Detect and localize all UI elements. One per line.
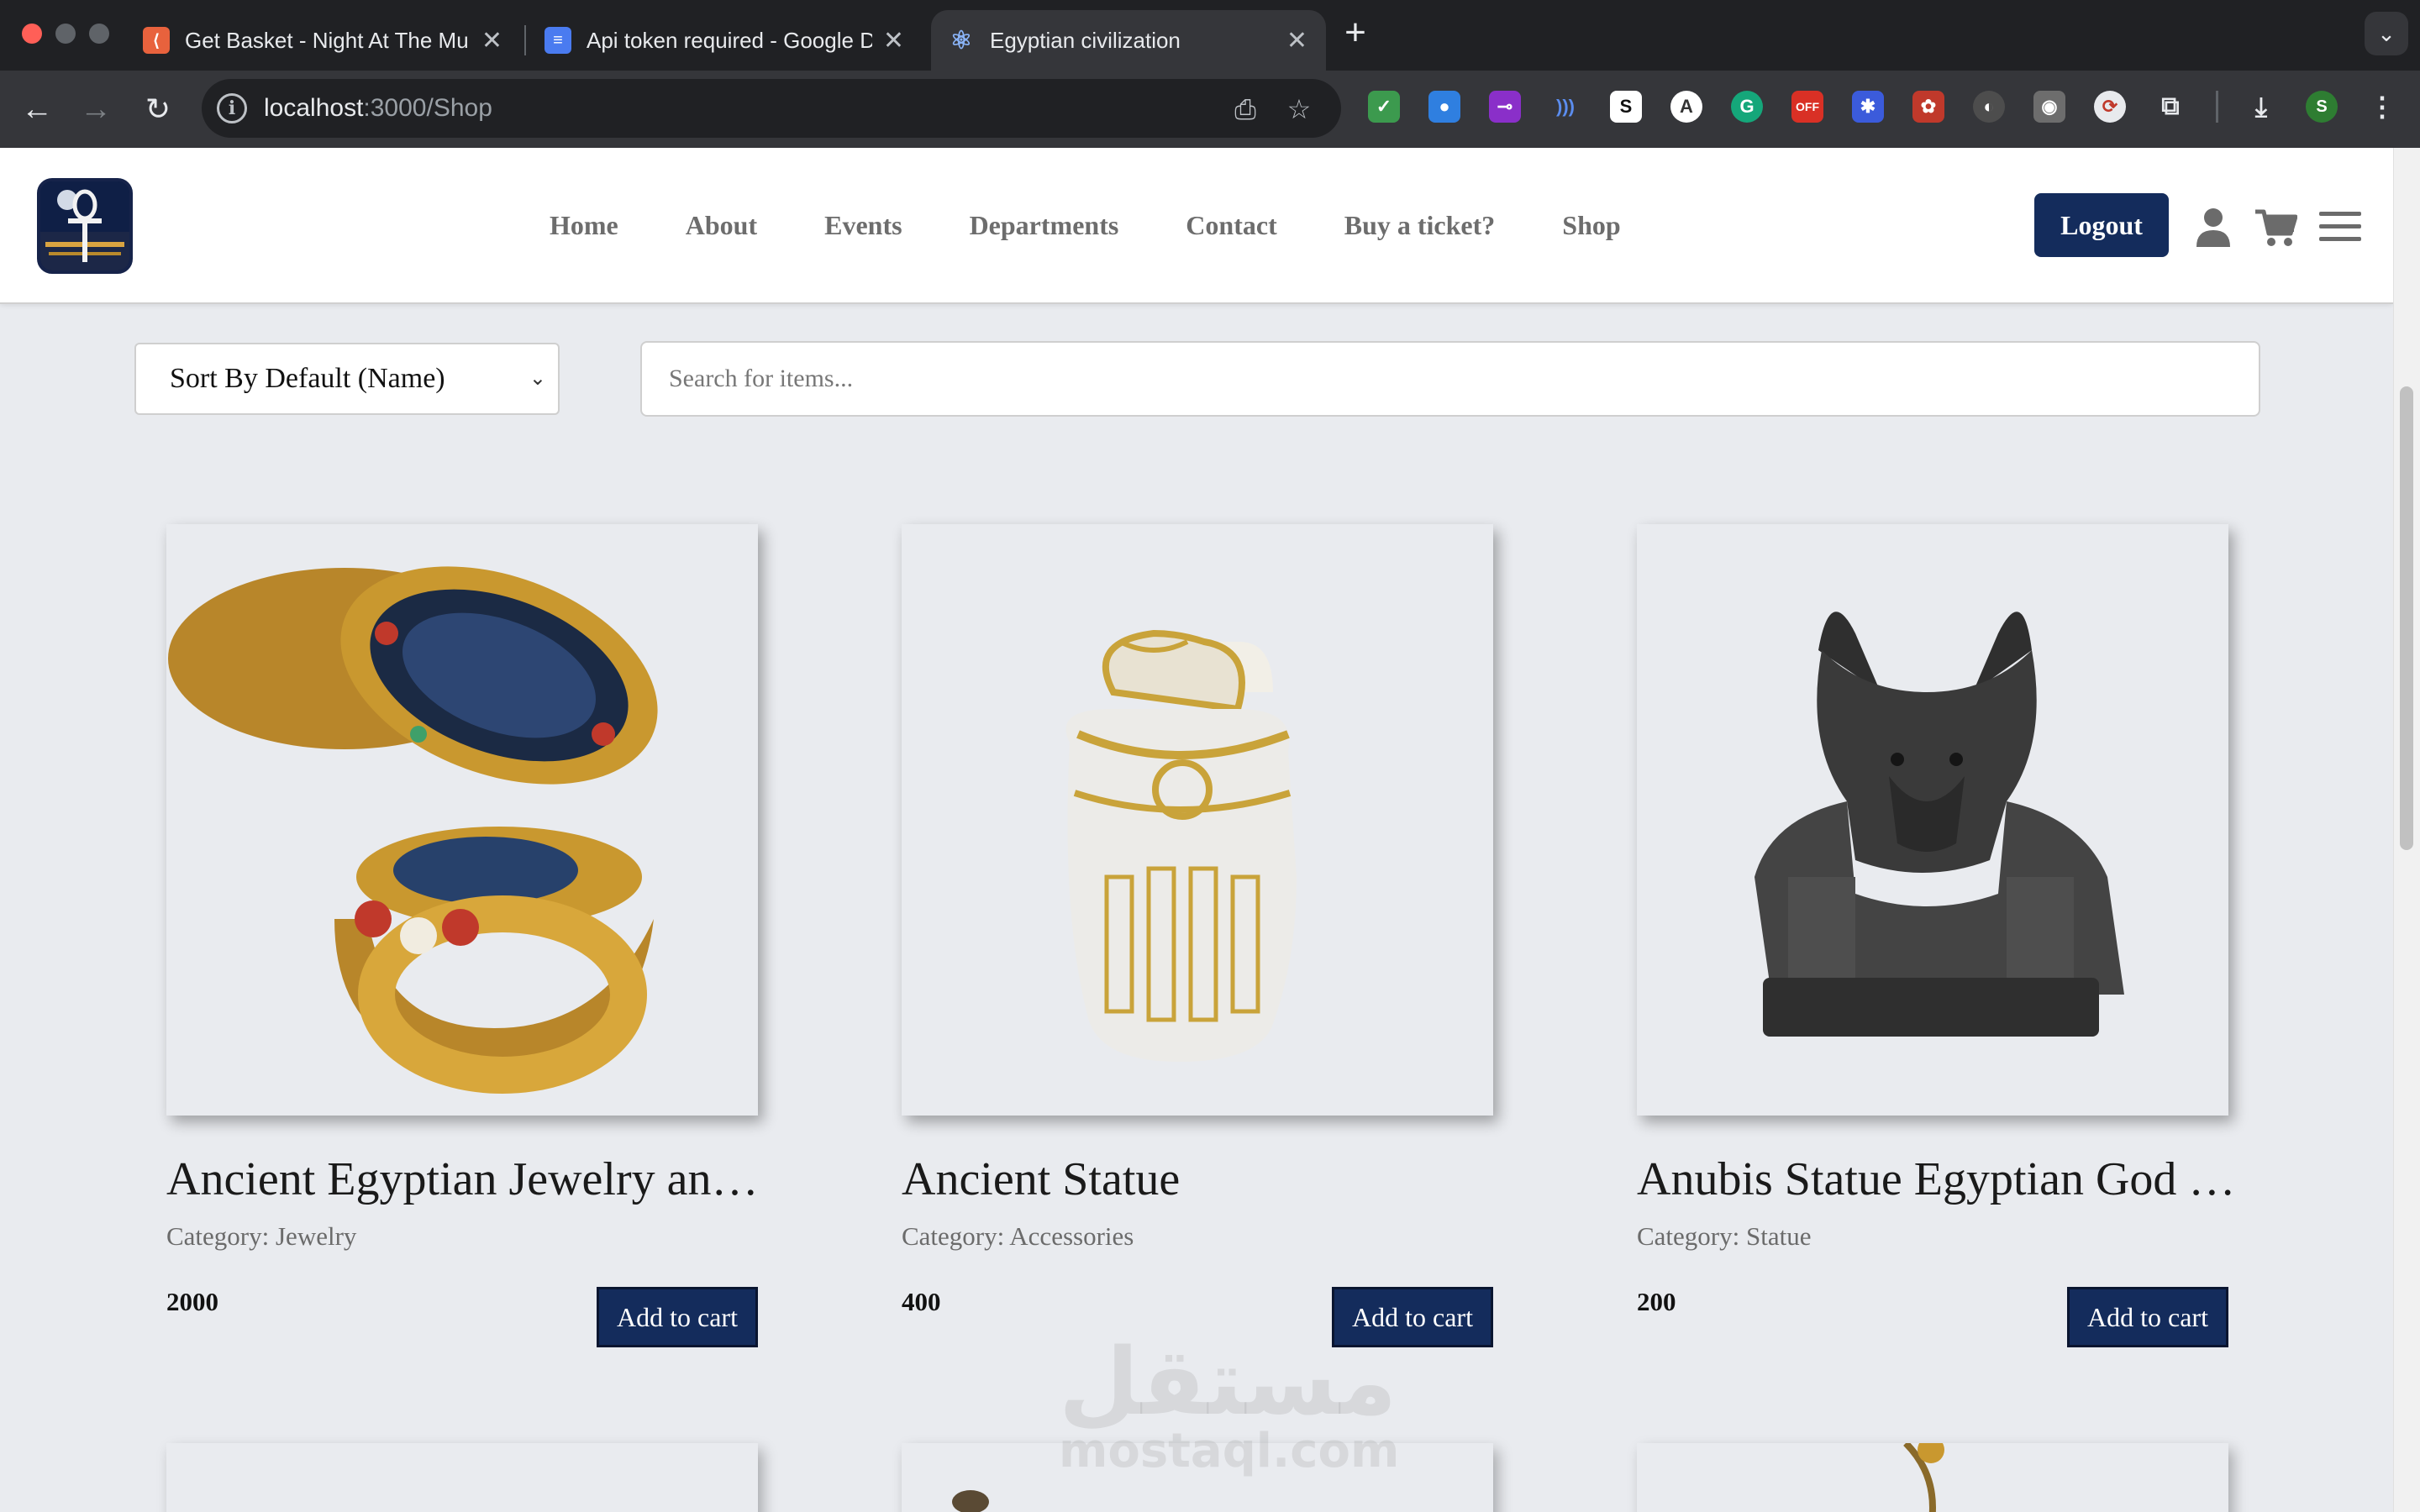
tab-search-chevron-icon[interactable]: ⌄ [2365, 12, 2408, 55]
minimize-window-button[interactable] [55, 24, 76, 44]
tab-title: Egyptian civilization [990, 27, 1181, 53]
close-tab-icon[interactable]: ✕ [883, 26, 904, 55]
site-header: Home About Events Departments Contact Bu… [0, 148, 2393, 304]
mostaql-watermark: مستقل mostaql.com [1059, 1328, 1400, 1478]
bookmark-star-icon[interactable]: ☆ [1282, 92, 1316, 126]
url-text[interactable]: localhost:3000/Shop [264, 94, 492, 123]
profile-initial: S [2316, 97, 2328, 116]
url-path: :3000/Shop [363, 94, 492, 122]
product-image-anubis[interactable] [1637, 524, 2228, 1116]
scarab-ring-image [168, 566, 658, 1094]
tab-separator [524, 25, 526, 55]
react-favicon-icon: ⚛ [950, 26, 973, 55]
puzzle-ext-icon[interactable]: ✿ [1912, 91, 1944, 123]
product-price: 400 [902, 1287, 941, 1316]
page-scrollbar-thumb[interactable] [2400, 386, 2413, 850]
site-logo[interactable] [37, 178, 133, 274]
product-price: 2000 [166, 1287, 218, 1316]
cart-icon[interactable] [2254, 205, 2297, 249]
product-title[interactable]: Anubis Statue Egyptian God … [1637, 1152, 2242, 1206]
user-icon[interactable] [2191, 205, 2235, 249]
product-category: Category: Statue [1637, 1221, 1812, 1251]
product-image-jewelry[interactable] [166, 524, 758, 1116]
logout-button[interactable]: Logout [2034, 193, 2169, 257]
google-docs-favicon-icon: ≡ [544, 27, 571, 54]
download-icon[interactable]: ⤓ [2245, 91, 2277, 123]
canopic-jar-image [1065, 629, 1297, 1062]
forward-arrow-icon[interactable]: → [76, 89, 116, 129]
browser-tabstrip: ⟨ Get Basket - Night At The Mu ✕ ≡ Api t… [0, 0, 2420, 71]
slider-ext-icon[interactable]: ⊸ [1489, 91, 1521, 123]
watermark-arabic: مستقل [1059, 1328, 1397, 1436]
install-app-icon[interactable]: ⎙ [1228, 92, 1262, 126]
wave-ext-icon[interactable]: ))) [1549, 91, 1581, 123]
close-window-button[interactable] [22, 24, 42, 44]
gear-ext-icon[interactable]: ◐ [1973, 91, 2005, 123]
reload-icon[interactable]: ↻ [138, 89, 178, 129]
nav-departments[interactable]: Departments [970, 210, 1119, 241]
drop-ext-icon[interactable]: ● [1428, 91, 1460, 123]
watermark-latin: mostaql.com [1059, 1424, 1400, 1478]
off-ext-icon[interactable]: OFF [1791, 91, 1823, 123]
product-image-statue[interactable] [902, 524, 1493, 1116]
tab-title: Api token required - Google D [587, 27, 872, 53]
s-ext-icon[interactable]: S [1610, 91, 1642, 123]
nav-buy-ticket[interactable]: Buy a ticket? [1344, 210, 1496, 241]
zoom-window-button[interactable] [89, 24, 109, 44]
grammarly-ext-icon[interactable]: G [1731, 91, 1763, 123]
nav-shop[interactable]: Shop [1562, 210, 1620, 241]
sync-ext-icon[interactable]: ⟳ [2094, 91, 2126, 123]
tab-title: Get Basket - Night At The Mu [185, 27, 469, 53]
product-price: 200 [1637, 1287, 1676, 1316]
off-badge: OFF [1796, 100, 1819, 113]
snowflake-ext-icon[interactable]: ✱ [1852, 91, 1884, 123]
product-title[interactable]: Ancient Egyptian Jewelry an… [166, 1152, 771, 1206]
ankh-logo-icon [40, 181, 129, 270]
toolbar-separator [2216, 91, 2218, 123]
profile-avatar-icon[interactable]: S [2306, 91, 2338, 123]
basket-favicon-icon: ⟨ [143, 27, 170, 54]
search-input[interactable]: Search for items... [640, 341, 2260, 417]
anubis-bust-image [1754, 612, 2124, 1037]
search-placeholder: Search for items... [669, 365, 854, 392]
extensions-puzzle-icon[interactable]: ⧉ [2154, 91, 2186, 123]
close-tab-icon[interactable]: ✕ [1286, 26, 1307, 55]
product-image-row2[interactable] [166, 1443, 758, 1512]
new-tab-button[interactable]: + [1336, 13, 1375, 52]
shield-ext-icon[interactable]: ✓ [1368, 91, 1400, 123]
nav-home[interactable]: Home [550, 210, 618, 241]
product-title[interactable]: Ancient Statue [902, 1152, 1507, 1206]
nav-about[interactable]: About [686, 210, 757, 241]
nav-events[interactable]: Events [824, 210, 902, 241]
hamburger-menu-icon[interactable] [2317, 205, 2363, 249]
nav-contact[interactable]: Contact [1186, 210, 1276, 241]
address-bar[interactable]: i localhost:3000/Shop ⎙ ☆ [202, 79, 1341, 138]
product-category: Category: Accessories [902, 1221, 1134, 1251]
tab-api-token[interactable]: ≡ Api token required - Google D ✕ [528, 10, 923, 71]
add-to-cart-button[interactable]: Add to cart [597, 1287, 758, 1347]
site-info-icon[interactable]: i [217, 93, 247, 123]
kebab-menu-icon[interactable]: ⋮ [2366, 91, 2398, 123]
sort-select-value: Sort By Default (Name) [170, 363, 445, 394]
a-ext-icon[interactable]: A [1670, 91, 1702, 123]
url-host: localhost [264, 94, 364, 122]
product-image-row2[interactable] [1637, 1443, 2228, 1512]
tab-get-basket[interactable]: ⟨ Get Basket - Night At The Mu ✕ [126, 10, 521, 71]
close-tab-icon[interactable]: ✕ [481, 26, 502, 55]
tab-egyptian-civilization[interactable]: ⚛ Egyptian civilization ✕ [931, 10, 1326, 71]
product-category: Category: Jewelry [166, 1221, 357, 1251]
back-arrow-icon[interactable]: ← [17, 89, 57, 129]
main-nav: Home About Events Departments Contact Bu… [550, 210, 1688, 241]
chevron-down-icon: ⌄ [529, 368, 546, 390]
camera-ext-icon[interactable]: ◉ [2033, 91, 2065, 123]
partial-necklace-image [1903, 1443, 1944, 1512]
add-to-cart-button[interactable]: Add to cart [2067, 1287, 2228, 1347]
sort-select[interactable]: Sort By Default (Name) ⌄ [134, 343, 560, 415]
